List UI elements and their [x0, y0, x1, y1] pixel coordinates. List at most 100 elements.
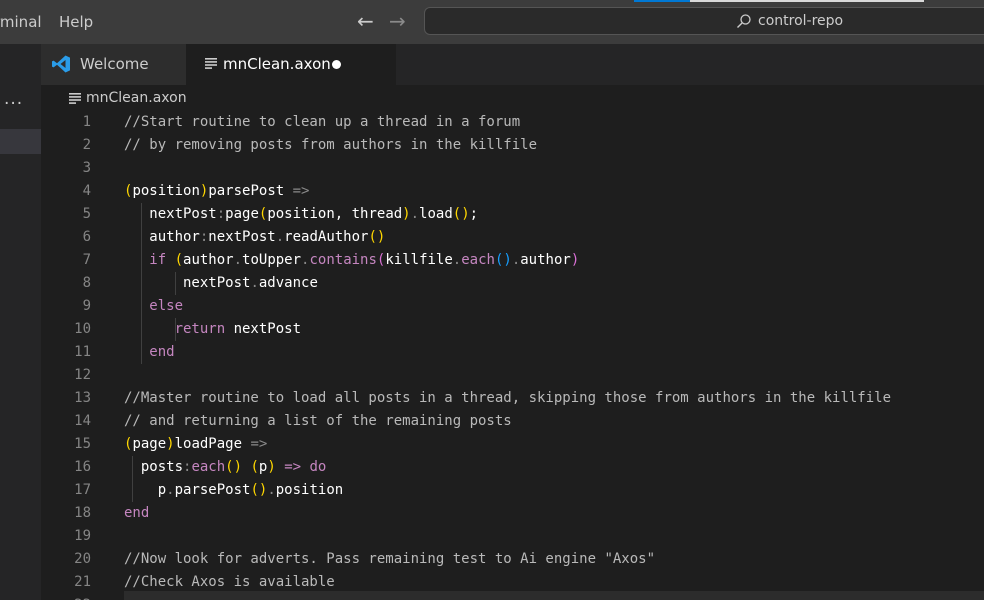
menu-help[interactable]: Help: [59, 11, 93, 33]
code-token: end: [124, 505, 150, 521]
code-token: page: [225, 206, 259, 222]
code-token: return: [124, 321, 234, 337]
code-token: //Master routine to load all posts in a …: [124, 390, 892, 406]
explorer-strip: ···: [0, 44, 41, 600]
command-center-search[interactable]: control-repo: [424, 7, 984, 35]
line-code: //Master routine to load all posts in a …: [124, 387, 891, 410]
code-token: (): [452, 206, 470, 222]
code-token: ): [166, 436, 175, 452]
code-line[interactable]: 9 else: [41, 295, 984, 318]
code-token: (: [250, 459, 259, 475]
code-token: //Start routine to clean up a thread in …: [124, 114, 521, 130]
arrow-left-icon[interactable]: ←: [357, 9, 374, 33]
code-line[interactable]: 2 // by removing posts from authors in th…: [41, 134, 984, 157]
explorer-selected-row[interactable]: [0, 129, 41, 154]
code-token: nextPost: [233, 321, 302, 337]
code-token: .: [452, 252, 462, 268]
code-token: each: [191, 459, 226, 475]
code-token: .: [233, 252, 243, 268]
code-token: parsePost: [174, 482, 251, 498]
code-token: :: [216, 206, 226, 222]
code-line[interactable]: 20 //Now look for adverts. Pass remaining…: [41, 548, 984, 571]
code-token: (): [368, 229, 386, 245]
line-code: return nextPost: [124, 318, 301, 341]
code-token: .: [267, 482, 276, 498]
file-lines-icon: [69, 93, 81, 104]
vscode-logo-icon: [52, 55, 70, 73]
horizontal-scrollbar[interactable]: [124, 591, 984, 600]
line-number: 22: [41, 594, 91, 600]
code-token: loadPage: [174, 436, 251, 452]
code-token: ): [570, 252, 580, 268]
search-icon: [737, 14, 751, 28]
code-token: toUpper: [242, 252, 302, 268]
arrow-right-icon[interactable]: →: [389, 9, 406, 33]
line-number: 10: [74, 321, 91, 337]
line-code: // by removing posts from authors in the…: [124, 134, 537, 157]
code-token: position, thread: [267, 206, 403, 222]
tab-mnclean-axon[interactable]: mnClean.axon: [186, 44, 396, 85]
code-editor[interactable]: 1 //Start routine to clean up a thread in…: [41, 111, 984, 600]
more-actions-icon[interactable]: ···: [4, 94, 23, 114]
line-number: 11: [74, 344, 91, 360]
code-line[interactable]: 1 //Start routine to clean up a thread in…: [41, 111, 984, 134]
code-line[interactable]: 15 (page)loadPage =>: [41, 433, 984, 456]
line-number: 2: [82, 137, 91, 153]
line-code: else: [124, 295, 183, 318]
line-number: 4: [82, 183, 91, 199]
code-line[interactable]: 5 nextPost:page(position, thread).load()…: [41, 203, 984, 226]
code-token: readAuthor: [284, 229, 369, 245]
line-code: //Now look for adverts. Pass remaining t…: [124, 548, 655, 571]
code-line[interactable]: 11 end: [41, 341, 984, 364]
line-number: 7: [82, 252, 91, 268]
code-line[interactable]: 17 p.parsePost().position: [41, 479, 984, 502]
breadcrumb: mnClean.axon: [41, 85, 984, 111]
line-number: 19: [74, 528, 91, 544]
code-token: ): [267, 459, 276, 475]
code-token: .: [511, 252, 521, 268]
code-token: ;: [469, 206, 479, 222]
code-line[interactable]: 7 if (author.toUpper.contains(killfile.e…: [41, 249, 984, 272]
code-token: nextPost: [124, 275, 251, 291]
code-token: each: [461, 252, 495, 268]
code-line[interactable]: 13 //Master routine to load all posts in …: [41, 387, 984, 410]
line-number: 13: [74, 390, 91, 406]
line-code: nextPost:page(position, thread).load();: [124, 203, 478, 226]
code-line[interactable]: 4 (position)parsePost =>: [41, 180, 984, 203]
code-line[interactable]: 6 author:nextPost.readAuthor(): [41, 226, 984, 249]
code-token: .: [166, 482, 175, 498]
code-token: ): [402, 206, 411, 222]
unsaved-dot-icon[interactable]: [332, 60, 341, 69]
code-token: (): [494, 252, 512, 268]
code-token: load: [419, 206, 453, 222]
code-token: killfile: [385, 252, 453, 268]
line-number: 12: [74, 367, 91, 383]
command-center-label: control-repo: [758, 13, 844, 29]
line-number: 20: [74, 551, 91, 567]
line-number: 15: [74, 436, 91, 452]
code-token: "Axos": [604, 551, 656, 567]
code-line[interactable]: 12: [41, 364, 984, 387]
code-line[interactable]: 16 posts:each() (p) => do: [41, 456, 984, 479]
code-line[interactable]: 19: [41, 525, 984, 548]
code-token: position: [275, 482, 344, 498]
line-number: 1: [82, 114, 91, 130]
code-line[interactable]: 3: [41, 157, 984, 180]
line-number: 3: [82, 160, 91, 176]
code-token: if: [124, 252, 175, 268]
code-token: contains: [309, 252, 377, 268]
breadcrumb-file[interactable]: mnClean.axon: [86, 89, 187, 107]
code-line[interactable]: 8 nextPost.advance: [41, 272, 984, 295]
tab-welcome[interactable]: Welcome: [41, 44, 186, 85]
code-line[interactable]: 10 return nextPost: [41, 318, 984, 341]
line-number: 18: [74, 505, 91, 521]
code-line[interactable]: 14 // and returning a list of the remaini…: [41, 410, 984, 433]
line-number: 21: [74, 574, 91, 590]
line-number: 5: [82, 206, 91, 222]
line-number: 14: [74, 413, 91, 429]
menu-terminal[interactable]: rminal: [0, 11, 42, 33]
code-token: posts: [124, 459, 184, 475]
line-code: end: [124, 502, 149, 525]
code-line[interactable]: 18 end: [41, 502, 984, 525]
title-accent-bar: [634, 0, 690, 2]
